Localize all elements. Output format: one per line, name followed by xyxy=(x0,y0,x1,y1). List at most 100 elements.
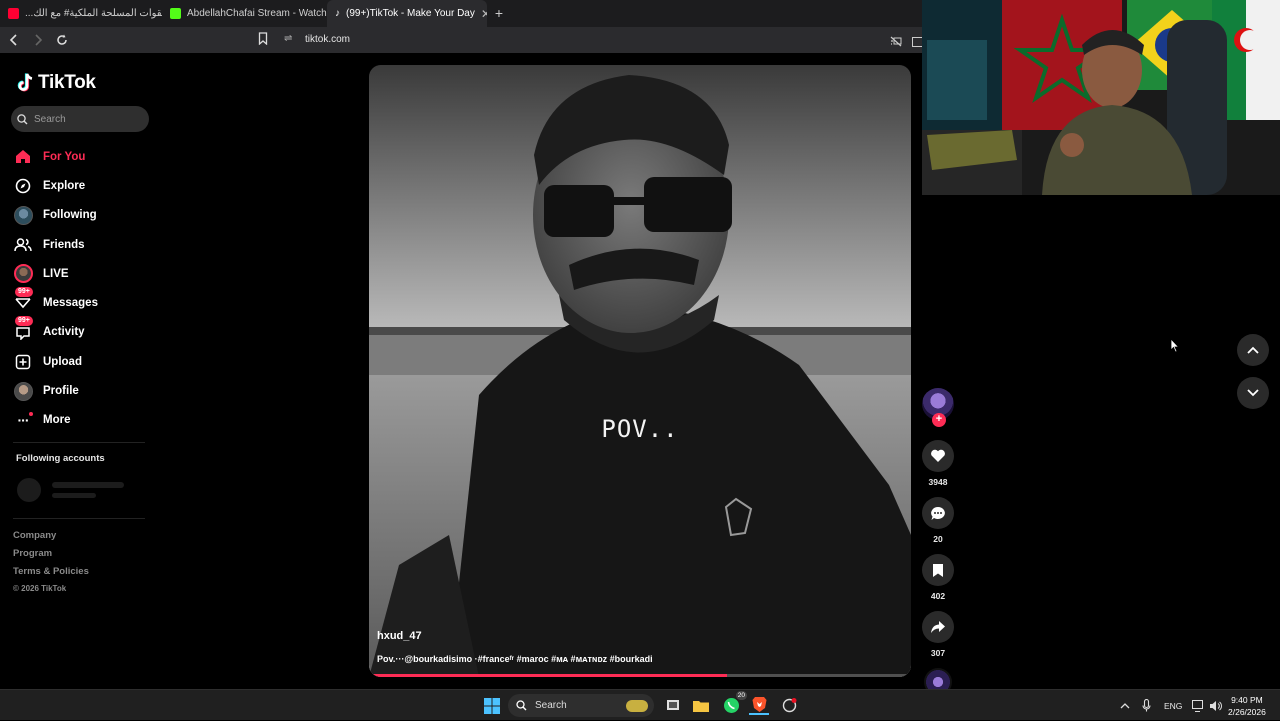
video-author[interactable]: hxud_47 xyxy=(377,630,422,642)
sidebar-item-for-you[interactable]: For You xyxy=(13,142,153,171)
save-button[interactable] xyxy=(922,554,954,586)
search-box[interactable] xyxy=(11,106,149,132)
chevron-up-icon xyxy=(1247,346,1259,354)
site-info-icon[interactable]: ⇌ xyxy=(284,33,292,44)
bookmark-button[interactable] xyxy=(258,32,268,50)
chevron-down-icon xyxy=(1247,389,1259,397)
like-count: 3948 xyxy=(928,477,948,487)
following-avatar xyxy=(13,205,33,225)
loading-line-placeholder xyxy=(52,493,96,498)
microphone-icon[interactable] xyxy=(1142,690,1151,721)
mouse-cursor-icon xyxy=(1170,337,1180,358)
follow-button[interactable]: + xyxy=(932,413,946,427)
sidebar-item-label: More xyxy=(43,414,71,427)
loading-avatar-placeholder xyxy=(17,478,41,502)
sidebar-item-activity[interactable]: 99+ Activity xyxy=(13,316,153,347)
reload-icon xyxy=(57,34,67,45)
url-text[interactable]: tiktok.com xyxy=(305,34,350,45)
sidebar-item-label: Messages xyxy=(43,297,98,310)
video-player[interactable]: POV.. hxud_47 Pov.···@bourkadisimo ·#fra… xyxy=(369,65,911,677)
video-action-bar: + 3948 20 402 307 xyxy=(920,388,956,696)
footer-link-program[interactable]: Program xyxy=(13,548,89,566)
volume-icon[interactable] xyxy=(1209,690,1222,721)
live-avatar xyxy=(13,264,33,284)
streamer-webcam-overlay xyxy=(922,0,1280,195)
sidebar-item-profile[interactable]: Profile xyxy=(13,376,153,405)
tiktok-logo-icon xyxy=(17,73,33,92)
like-button[interactable] xyxy=(922,440,954,472)
sidebar-item-label: Friends xyxy=(43,238,85,251)
copyright-text: © 2026 TikTok xyxy=(13,584,67,593)
webcam-image xyxy=(922,0,1280,195)
brave-browser-icon[interactable] xyxy=(749,695,769,715)
save-count: 402 xyxy=(930,591,946,601)
share-button[interactable] xyxy=(922,611,954,643)
sidebar-item-upload[interactable]: Upload xyxy=(13,347,153,376)
browser-tab-kick[interactable]: AbdellahChafai Stream - Watch Live o... xyxy=(162,0,327,27)
network-icon[interactable] xyxy=(1192,690,1205,721)
share-icon xyxy=(931,621,945,633)
cast-icon[interactable] xyxy=(890,34,902,52)
app-icon[interactable] xyxy=(779,695,799,715)
task-view-icon[interactable] xyxy=(663,695,683,715)
next-video-button[interactable] xyxy=(1237,377,1269,409)
search-input[interactable] xyxy=(34,113,134,125)
divider xyxy=(13,442,145,443)
footer-link-company[interactable]: Company xyxy=(13,530,89,548)
tiktok-logo[interactable]: TikTok xyxy=(16,72,96,94)
heart-icon xyxy=(931,449,945,462)
browser-tab-tiktok[interactable]: ♪ (99+)TikTok - Make Your Day ✕ xyxy=(327,0,487,27)
clock-time: 9:40 PM xyxy=(1231,695,1263,705)
comment-count: 20 xyxy=(933,534,943,544)
video-overlay-text: POV.. xyxy=(601,415,679,443)
profile-avatar xyxy=(13,381,33,401)
system-clock[interactable]: 9:40 PM 2/26/2026 xyxy=(1228,694,1266,718)
sidebar-item-label: LIVE xyxy=(43,267,69,280)
footer-link-terms[interactable]: Terms & Policies xyxy=(13,566,89,584)
video-caption[interactable]: Pov.···@bourkadisimo ·#franceᶠʳ #maroc #… xyxy=(377,654,653,664)
file-explorer-icon[interactable] xyxy=(691,695,711,715)
browser-tab-strip: نشيد القوات المسلحة الملكية# مع الك... A… xyxy=(0,0,922,27)
taskbar-search[interactable]: Search xyxy=(508,694,654,717)
taskbar-search-label: Search xyxy=(535,700,567,711)
video-frame xyxy=(369,65,911,677)
forward-arrow-icon xyxy=(35,34,43,46)
new-tab-button[interactable]: + xyxy=(487,0,511,27)
divider xyxy=(13,518,145,519)
windows-logo-icon xyxy=(484,698,500,714)
search-highlight-icon xyxy=(626,699,648,712)
messages-badge: 99+ xyxy=(15,287,33,298)
sidebar-item-live[interactable]: LIVE xyxy=(13,259,153,288)
sidebar-item-following[interactable]: Following xyxy=(13,201,153,230)
input-language[interactable]: ENG xyxy=(1164,690,1182,721)
tab-title: (99+)TikTok - Make Your Day xyxy=(346,8,475,19)
comment-icon xyxy=(931,506,945,520)
share-action: 307 xyxy=(920,611,956,658)
home-icon xyxy=(13,147,33,167)
sidebar-item-friends[interactable]: Friends xyxy=(13,230,153,259)
back-button[interactable] xyxy=(4,30,24,50)
forward-button[interactable] xyxy=(28,30,48,50)
comment-button[interactable] xyxy=(922,497,954,529)
search-icon xyxy=(17,113,28,124)
following-accounts-title: Following accounts xyxy=(16,453,105,464)
windows-taskbar: Search 20 ENG 9:40 PM 2/26/2026 xyxy=(0,689,1280,720)
loading-line-placeholder xyxy=(52,482,124,488)
video-progress-bar[interactable] xyxy=(369,674,911,677)
start-button[interactable] xyxy=(484,698,500,719)
brand-name: TikTok xyxy=(38,72,96,93)
show-hidden-icons-button[interactable] xyxy=(1120,690,1130,721)
messages-icon: 99+ xyxy=(13,287,33,313)
search-icon xyxy=(516,700,527,711)
sidebar-item-label: Profile xyxy=(43,385,79,398)
sidebar-item-label: Upload xyxy=(43,355,82,368)
sidebar-item-explore[interactable]: Explore xyxy=(13,171,153,200)
sidebar-item-messages[interactable]: 99+ Messages xyxy=(13,287,153,317)
creator-avatar[interactable]: + xyxy=(922,388,954,427)
whatsapp-icon[interactable]: 20 xyxy=(721,691,747,715)
sidebar-item-label: Activity xyxy=(43,326,85,339)
browser-tab-youtube[interactable]: نشيد القوات المسلحة الملكية# مع الك... xyxy=(0,0,162,27)
sidebar-item-more[interactable]: ··· More xyxy=(13,406,153,435)
previous-video-button[interactable] xyxy=(1237,334,1269,366)
reload-button[interactable] xyxy=(52,30,72,50)
